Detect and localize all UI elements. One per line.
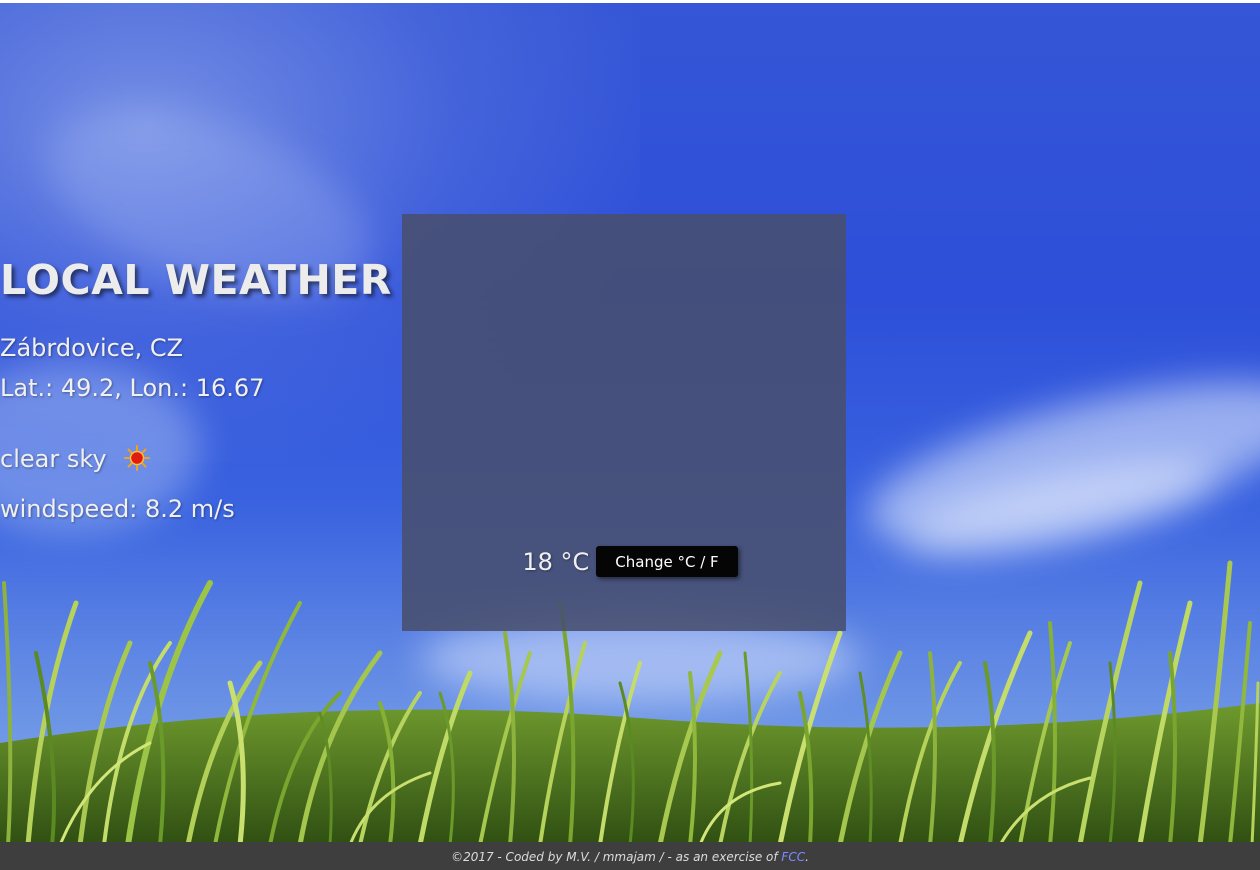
fcc-link[interactable]: FCC [781,850,805,864]
change-unit-button[interactable]: Change °C / F [596,546,738,577]
location-label: Zábrdovice, CZ [0,334,184,362]
footer-suffix: . [805,850,809,864]
weather-condition: clear sky [0,445,1260,473]
temperature-row: 18 °C Change °C / F [0,546,1260,577]
footer: ©2017 - Coded by M.V. / mmajam / - as an… [0,842,1260,870]
coordinates-label: Lat.: 49.2, Lon.: 16.67 [0,374,265,402]
page-title: LOCAL WEATHER [0,256,392,304]
condition-text: clear sky [0,445,107,473]
sun-icon [124,445,151,471]
footer-text: ©2017 - Coded by M.V. / mmajam / - as an… [451,850,782,864]
temperature-value: 18 °C [522,547,590,576]
windspeed-label: windspeed: 8.2 m/s [0,495,235,523]
